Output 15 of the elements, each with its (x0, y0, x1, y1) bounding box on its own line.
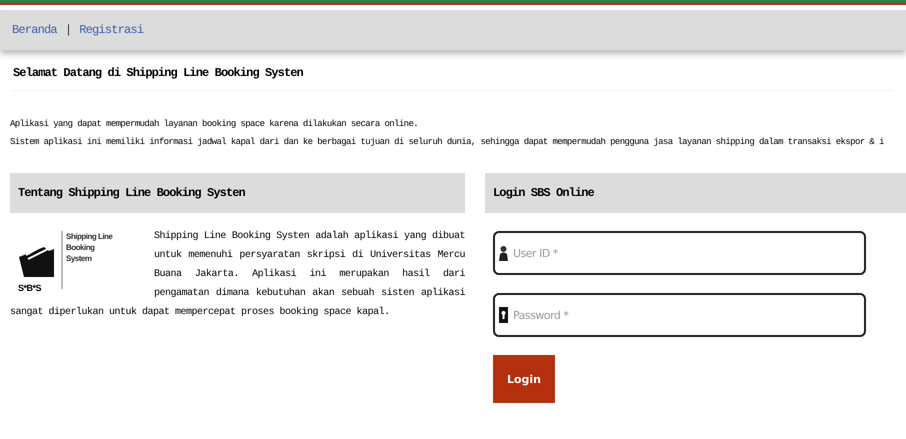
user-id-field[interactable]: User ID * (493, 231, 866, 275)
user-icon (499, 245, 508, 261)
nav-separator: | (64, 23, 72, 37)
section-header: Tentang Shipping Line Booking Systen (10, 173, 465, 213)
intro-text: Sistem aplikasi ini memiliki informasi jadwal kapal dari dan ke berbagai tujuan di seluruh dunia, sehingga dapat mempermudah pengguna jasa layanan shipping dalam transaksi ekspor & i (10, 136, 885, 149)
login-button[interactable]: Login (493, 355, 555, 403)
welcome-title: Selamat Datang di Shipping Line Booking Systen (13, 66, 893, 91)
nav-link[interactable]: Beranda (12, 23, 57, 37)
password-field[interactable]: Password * (493, 293, 866, 337)
about-text: S*B*S Shipping Line Booking System Shipping Line Booking Systen adalah aplikasi yang dibuat untuk memenuhi persyaratan skripsi di Universitas Mercu Buana Jakarta. Aplikasi ini merupakan hasil dari pengamatan dimana kebutuhan akan sebuah sisten aplikasi sangat diperlukan untuk dapat mempercepat proses booking space kapal. (10, 227, 465, 322)
section-header: Login SBS Online (485, 173, 906, 213)
nav-link[interactable]: Registrasi (79, 23, 144, 37)
keyhole-icon (499, 307, 508, 323)
ship-logo-drawing: S*B*S Shipping Line Booking System (14, 227, 114, 297)
intro-text: Aplikasi yang dapat mempermudah layanan booking space karena dilakukan secara online. (10, 118, 420, 131)
